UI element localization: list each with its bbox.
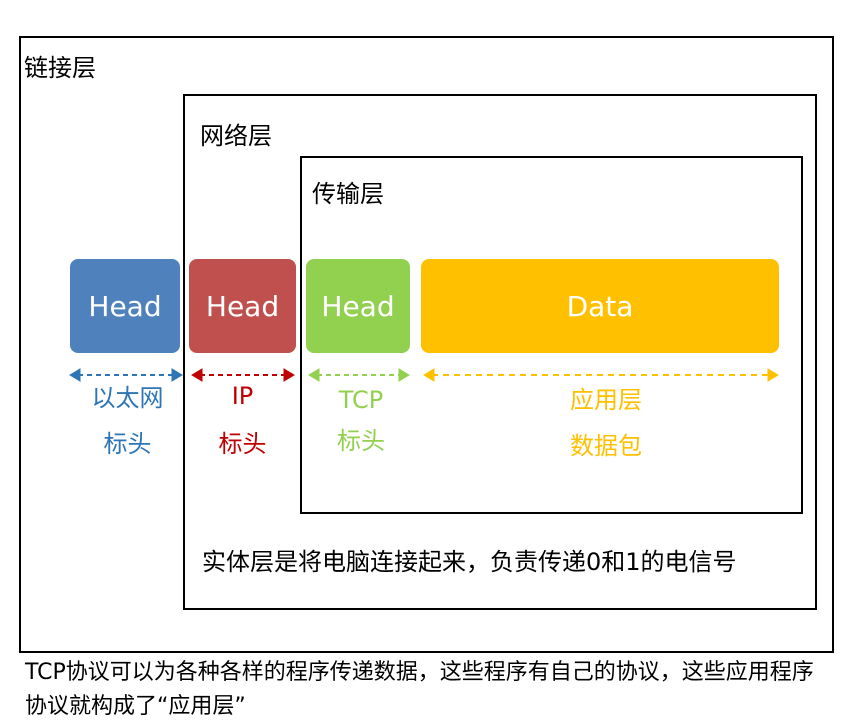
tcp-caption-line2: 标头 [337, 427, 385, 455]
span-arrows [69, 368, 779, 382]
physical-layer-note: 实体层是将电脑连接起来，负责传递0和1的电信号 [202, 548, 737, 576]
ethernet-caption-line2: 标头 [103, 430, 152, 458]
data-caption-line1: 应用层 [570, 386, 642, 414]
tcp-span-arrow [308, 368, 410, 382]
footer-caption: TCP协议可以为各种各样的程序传递数据，这些程序有自己的协议，这些应用程序协议就… [25, 660, 814, 719]
ethernet-span-arrow [69, 368, 183, 382]
ip-caption-line1: IP [231, 382, 254, 410]
ip-caption-line2: 标头 [218, 430, 267, 458]
data-caption-line2: 数据包 [570, 432, 642, 460]
ethernet-caption-line1: 以太网 [91, 384, 164, 412]
tcp-caption-line1: TCP [338, 386, 384, 414]
ip-span-arrow [191, 368, 295, 382]
data-span-arrow [423, 368, 779, 382]
